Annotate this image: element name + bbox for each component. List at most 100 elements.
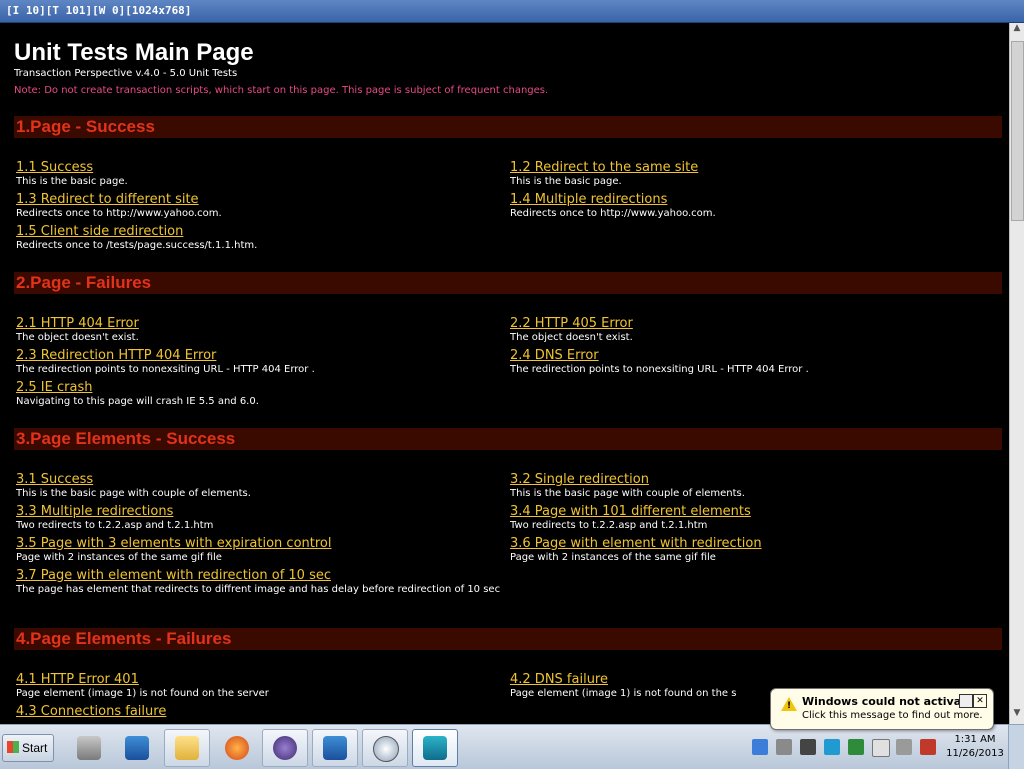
notification-title: Windows could not activate	[802, 695, 974, 708]
server-icon	[77, 736, 101, 760]
warning-mark: !	[787, 701, 792, 711]
k-tray-icon[interactable]	[824, 739, 840, 755]
scroll-down-icon[interactable]: ▼	[1010, 708, 1024, 724]
powershell-button[interactable]	[114, 729, 160, 767]
test-description: Redirects once to /tests/page.success/t.…	[16, 240, 258, 251]
test-description: Page with 2 instances of the same gif fi…	[16, 552, 222, 563]
test-description: The redirection points to nonexsiting UR…	[16, 364, 315, 375]
test-description: The object doesn't exist.	[16, 332, 139, 343]
list-item: 3.3 Multiple redirections Two redirects …	[16, 505, 506, 532]
test-link[interactable]: 1.2 Redirect to the same site	[510, 161, 1000, 175]
section-title: 4.Page Elements - Failures	[16, 629, 232, 648]
test-link[interactable]: 1.4 Multiple redirections	[510, 193, 1000, 207]
section-header: 3.Page Elements - Success	[14, 428, 1002, 450]
test-link[interactable]: 2.2 HTTP 405 Error	[510, 317, 1000, 331]
scroll-up-icon[interactable]: ▲	[1010, 23, 1024, 39]
scrollbar-thumb[interactable]	[1011, 41, 1024, 221]
close-icon[interactable]: ✕	[973, 694, 987, 708]
test-link[interactable]: 4.3 Connections failure	[16, 705, 506, 719]
app-k-icon	[423, 736, 447, 760]
network-status-tray-icon[interactable]	[896, 739, 912, 755]
monitor-tray-icon[interactable]	[800, 739, 816, 755]
list-item: 4.1 HTTP Error 401 Page element (image 1…	[16, 673, 506, 700]
server-manager-button[interactable]	[66, 729, 112, 767]
test-link[interactable]: 2.1 HTTP 404 Error	[16, 317, 506, 331]
list-item: 2.4 DNS Error The redirection points to …	[510, 349, 1000, 376]
start-label: Start	[22, 741, 48, 755]
test-description: Two redirects to t.2.2.asp and t.2.1.htm	[16, 520, 214, 531]
start-button[interactable]: Start	[2, 734, 54, 762]
show-desktop-button[interactable]	[1008, 725, 1024, 769]
test-description: Redirects once to http://www.yahoo.com.	[16, 208, 222, 219]
firefox-icon	[225, 736, 249, 760]
test-description: The redirection points to nonexsiting UR…	[510, 364, 809, 375]
section-header: 2.Page - Failures	[14, 272, 1002, 294]
test-description: This is the basic page.	[16, 176, 128, 187]
section-header: 1.Page - Success	[14, 116, 1002, 138]
test-link[interactable]: 2.5 IE crash	[16, 381, 506, 395]
page-note: Note: Do not create transaction scripts,…	[14, 85, 549, 96]
powershell-icon	[125, 736, 149, 760]
test-link[interactable]: 3.3 Multiple redirections	[16, 505, 506, 519]
powershell-window-button[interactable]	[312, 729, 358, 767]
test-description: Redirects once to http://www.yahoo.com.	[510, 208, 716, 219]
test-description: Page with 2 instances of the same gif fi…	[510, 552, 716, 563]
powershell-icon	[323, 736, 347, 760]
folder-icon	[175, 736, 199, 760]
test-description: The page has element that redirects to d…	[16, 584, 501, 595]
vertical-scrollbar[interactable]: ▲ ▼	[1009, 23, 1024, 724]
test-link[interactable]: 1.3 Redirect to different site	[16, 193, 506, 207]
list-item: 2.5 IE crash Navigating to this page wil…	[16, 381, 506, 408]
window-titlebar: [I 10][T 101][W 0][1024x768]	[0, 0, 1024, 23]
test-link[interactable]: 4.1 HTTP Error 401	[16, 673, 506, 687]
flag-tray-icon[interactable]	[872, 739, 890, 757]
test-link[interactable]: 3.6 Page with element with redirection	[510, 537, 1000, 551]
test-link[interactable]: 3.1 Success	[16, 473, 506, 487]
list-item: 3.4 Page with 101 different elements Two…	[510, 505, 1000, 532]
test-link[interactable]: 3.7 Page with element with redirection o…	[16, 569, 506, 583]
activation-notification[interactable]: ! Windows could not activate Click this …	[770, 688, 994, 730]
list-item: 2.3 Redirection HTTP 404 Error The redir…	[16, 349, 506, 376]
section-header: 4.Page Elements - Failures	[14, 628, 1002, 650]
test-link[interactable]: 2.3 Redirection HTTP 404 Error	[16, 349, 506, 363]
settings-icon[interactable]	[959, 694, 973, 708]
vc-tray-icon[interactable]	[848, 739, 864, 755]
page-content: Unit Tests Main Page Transaction Perspec…	[0, 23, 1010, 724]
test-link[interactable]: 2.4 DNS Error	[510, 349, 1000, 363]
active-app-button[interactable]	[412, 729, 458, 767]
test-description: Two redirects to t.2.2.asp and t.2.1.htm	[510, 520, 708, 531]
section-title: 3.Page Elements - Success	[16, 429, 236, 448]
firefox-button[interactable]	[214, 729, 260, 767]
test-link[interactable]: 4.2 DNS failure	[510, 673, 1000, 687]
eclipse-button[interactable]	[262, 729, 308, 767]
list-item: 2.1 HTTP 404 Error The object doesn't ex…	[16, 317, 506, 344]
section-title: 1.Page - Success	[16, 117, 155, 136]
clock-time: 1:31 AM	[954, 734, 996, 745]
list-item: 1.3 Redirect to different site Redirects…	[16, 193, 506, 220]
list-item: 3.7 Page with element with redirection o…	[16, 569, 506, 596]
explorer-button[interactable]	[164, 729, 210, 767]
section-title: 2.Page - Failures	[16, 273, 152, 292]
eclipse-icon	[273, 736, 297, 760]
network-tray-icon[interactable]	[752, 739, 768, 755]
list-item: 3.6 Page with element with redirection P…	[510, 537, 1000, 564]
window-title: [I 10][T 101][W 0][1024x768]	[6, 4, 192, 17]
test-link[interactable]: 3.4 Page with 101 different elements	[510, 505, 1000, 519]
test-description: The object doesn't exist.	[510, 332, 633, 343]
clock-app-button[interactable]	[362, 729, 408, 767]
test-link[interactable]: 3.2 Single redirection	[510, 473, 1000, 487]
notification-message: Click this message to find out more.	[802, 710, 983, 721]
taskbar-clock[interactable]: 1:31 AM 11/26/2013	[946, 733, 1004, 761]
volume-muted-tray-icon[interactable]	[920, 739, 936, 755]
tools-tray-icon[interactable]	[776, 739, 792, 755]
test-link[interactable]: 3.5 Page with 3 elements with expiration…	[16, 537, 506, 551]
page-subtitle: Transaction Perspective v.4.0 - 5.0 Unit…	[14, 68, 238, 79]
clock-date: 11/26/2013	[946, 748, 1004, 759]
test-link[interactable]: 1.1 Success	[16, 161, 506, 175]
list-item: 1.4 Multiple redirections Redirects once…	[510, 193, 1000, 220]
page-title: Unit Tests Main Page	[14, 39, 254, 66]
system-tray	[748, 731, 944, 763]
windows-logo-icon	[7, 741, 19, 753]
list-item: 2.2 HTTP 405 Error The object doesn't ex…	[510, 317, 1000, 344]
test-link[interactable]: 1.5 Client side redirection	[16, 225, 506, 239]
